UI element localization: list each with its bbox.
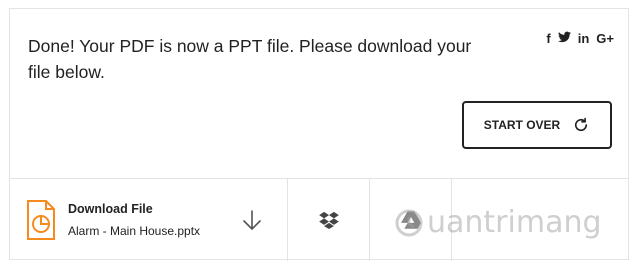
watermark-logo-icon <box>395 209 423 236</box>
completion-message: Done! Your PDF is now a PPT file. Please… <box>28 36 472 82</box>
twitter-icon[interactable] <box>557 31 571 46</box>
watermark-text: uantrimang <box>427 205 602 240</box>
file-info: Download File Alarm - Main House.pptx <box>68 202 200 238</box>
social-share-bar: f in G+ <box>546 31 614 46</box>
save-to-dropbox-button[interactable] <box>288 179 370 261</box>
download-file-cell[interactable]: Download File Alarm - Main House.pptx <box>10 179 288 261</box>
refresh-icon <box>575 117 588 132</box>
linkedin-icon[interactable]: in <box>578 31 590 46</box>
file-name: Alarm - Main House.pptx <box>68 224 201 238</box>
facebook-icon[interactable]: f <box>546 31 550 46</box>
dropbox-icon <box>318 211 339 229</box>
pie-chart-file-icon <box>27 200 55 240</box>
watermark: uantrimang <box>395 205 602 240</box>
googleplus-icon[interactable]: G+ <box>596 31 614 46</box>
start-over-button[interactable]: START OVER <box>462 101 612 149</box>
start-over-label: START OVER <box>483 118 561 132</box>
download-file-title: Download File <box>68 202 153 216</box>
download-arrow-icon[interactable] <box>240 208 264 232</box>
